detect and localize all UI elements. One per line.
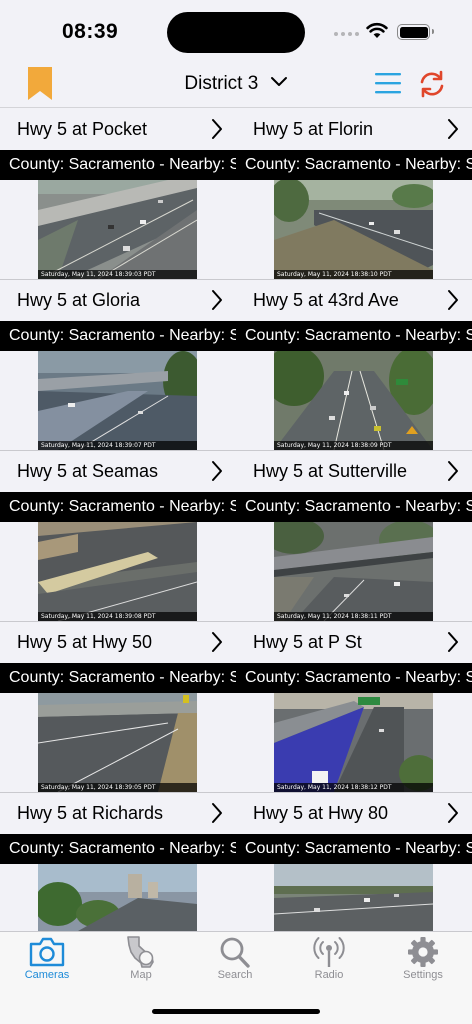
camera-name: Hwy 5 at Hwy 80 — [253, 803, 389, 823]
camera-timestamp: Saturday, May 11, 2024 18:39:08 PDT — [38, 612, 197, 621]
camera-name: Hwy 5 at Florin — [253, 119, 374, 139]
camera-thumbnail[interactable]: Saturday, May 11, 2024 18:38:11 PDT — [274, 522, 433, 621]
tab-settings[interactable]: Settings — [376, 936, 470, 981]
camera-thumbnail[interactable]: Saturday, May 11, 2024 18:39:07 PDT — [38, 351, 197, 450]
camera-thumbnail[interactable]: Saturday, May 11, 2024 18:38:12 PDT — [274, 693, 433, 792]
camera-timestamp: Saturday, May 11, 2024 18:38:09 PDT — [274, 441, 433, 450]
camera-thumbnail[interactable] — [38, 864, 197, 931]
camera-cell[interactable]: Hwy 5 at Pocket County: Sacramento - Nea… — [0, 109, 236, 280]
cellular-signal-icon — [334, 32, 359, 36]
tab-map[interactable]: Map — [94, 936, 188, 981]
camera-cell[interactable]: Hwy 5 at P St County: Sacramento - Nearb… — [236, 622, 472, 793]
wifi-icon — [366, 23, 388, 38]
tab-label: Settings — [403, 969, 443, 981]
camera-thumbnail[interactable]: Saturday, May 11, 2024 18:39:08 PDT — [38, 522, 197, 621]
county-banner: County: Sacramento - Nearby: S — [0, 321, 236, 351]
camera-row: Hwy 5 at Hwy 50 County: Sacramento - Nea… — [0, 622, 472, 793]
camera-cell[interactable]: Hwy 5 at Gloria County: Sacramento - Nea… — [0, 280, 236, 451]
chevron-right-icon — [448, 290, 458, 310]
camera-name: Hwy 5 at Seamas — [17, 461, 159, 481]
camera-name: Hwy 5 at P St — [253, 632, 362, 652]
camera-timestamp: Saturday, May 11, 2024 18:38:10 PDT — [274, 270, 433, 279]
camera-name: Hwy 5 at 43rd Ave — [253, 290, 399, 310]
county-banner: County: Sacramento - Nearby: S — [236, 834, 472, 864]
ca-map-icon — [127, 936, 154, 968]
home-indicator — [152, 1009, 320, 1014]
status-bar: 08:39 — [0, 0, 472, 62]
county-banner: County: Sacramento - Nearby: S — [236, 321, 472, 351]
camera-cell[interactable]: Hwy 5 at 43rd Ave County: Sacramento - N… — [236, 280, 472, 451]
list-icon[interactable] — [374, 71, 402, 95]
camera-icon — [29, 937, 65, 967]
chevron-right-icon — [448, 803, 458, 823]
camera-thumbnail[interactable] — [274, 864, 433, 931]
camera-cell[interactable]: Hwy 5 at Seamas County: Sacramento - Nea… — [0, 451, 236, 622]
camera-cell[interactable]: Hwy 5 at Hwy 50 County: Sacramento - Nea… — [0, 622, 236, 793]
camera-row: Hwy 5 at Gloria County: Sacramento - Nea… — [0, 280, 472, 451]
camera-cell[interactable]: Hwy 5 at Florin County: Sacramento - Nea… — [236, 109, 472, 280]
county-banner: County: Sacramento - Nearby: S — [0, 150, 236, 180]
tab-radio[interactable]: Radio — [282, 936, 376, 981]
camera-row: Hwy 5 at Seamas County: Sacramento - Nea… — [0, 451, 472, 622]
status-time: 08:39 — [62, 20, 119, 43]
camera-name: Hwy 5 at Richards — [17, 803, 164, 823]
county-banner: County: Sacramento - Nearby: S — [0, 834, 236, 864]
chevron-right-icon — [212, 632, 222, 652]
chevron-right-icon — [212, 119, 222, 139]
chevron-right-icon — [448, 632, 458, 652]
camera-timestamp: Saturday, May 11, 2024 18:39:03 PDT — [38, 270, 197, 279]
camera-name: Hwy 5 at Hwy 50 — [17, 632, 153, 652]
county-banner: County: Sacramento - Nearby: S — [0, 492, 236, 522]
tab-search[interactable]: Search — [188, 936, 282, 981]
camera-thumbnail[interactable]: Saturday, May 11, 2024 18:38:09 PDT — [274, 351, 433, 450]
camera-timestamp: Saturday, May 11, 2024 18:38:12 PDT — [274, 783, 433, 792]
camera-thumbnail[interactable]: Saturday, May 11, 2024 18:38:10 PDT — [274, 180, 433, 279]
camera-row: Hwy 5 at Pocket County: Sacramento - Nea… — [0, 109, 472, 280]
radio-icon — [313, 937, 345, 967]
county-banner: County: Sacramento - Nearby: S — [236, 150, 472, 180]
county-banner: County: Sacramento - Nearby: S — [236, 663, 472, 693]
tab-cameras[interactable]: Cameras — [0, 936, 94, 981]
chevron-down-icon — [270, 77, 287, 87]
camera-timestamp: Saturday, May 11, 2024 18:39:07 PDT — [38, 441, 197, 450]
battery-icon — [397, 24, 434, 40]
navigation-bar: District 3 — [0, 62, 472, 108]
search-icon — [220, 937, 250, 968]
district-title: District 3 — [184, 73, 259, 94]
tab-label: Map — [130, 969, 152, 981]
camera-cell[interactable]: Hwy 5 at Sutterville County: Sacramento … — [236, 451, 472, 622]
camera-timestamp: Saturday, May 11, 2024 18:39:05 PDT — [38, 783, 197, 792]
chevron-right-icon — [448, 119, 458, 139]
refresh-icon[interactable] — [417, 69, 447, 99]
camera-thumbnail[interactable]: Saturday, May 11, 2024 18:39:03 PDT — [38, 180, 197, 279]
chevron-right-icon — [448, 461, 458, 481]
settings-icon — [408, 937, 438, 967]
chevron-right-icon — [212, 803, 222, 823]
chevron-right-icon — [212, 461, 222, 481]
county-banner: County: Sacramento - Nearby: S — [236, 492, 472, 522]
dynamic-island — [167, 12, 305, 53]
chevron-right-icon — [212, 290, 222, 310]
camera-name: Hwy 5 at Pocket — [17, 119, 148, 139]
tab-label: Cameras — [24, 969, 70, 981]
camera-name: Hwy 5 at Gloria — [17, 290, 141, 310]
camera-thumbnail[interactable]: Saturday, May 11, 2024 18:39:05 PDT — [38, 693, 197, 792]
tab-label: Search — [217, 969, 253, 981]
camera-name: Hwy 5 at Sutterville — [253, 461, 408, 481]
county-banner: County: Sacramento - Nearby: S — [0, 663, 236, 693]
tab-label: Radio — [314, 969, 344, 981]
camera-timestamp: Saturday, May 11, 2024 18:38:11 PDT — [274, 612, 433, 621]
